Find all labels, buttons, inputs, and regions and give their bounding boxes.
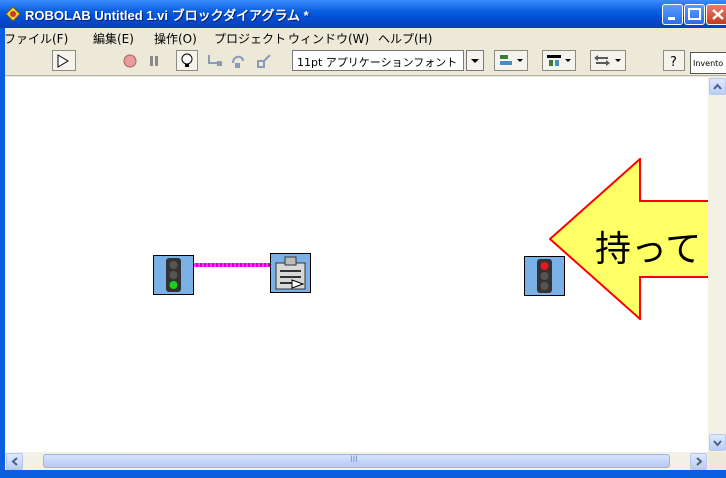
lightbulb-icon: [181, 53, 193, 67]
menu-edit[interactable]: 編集(E): [93, 30, 134, 47]
scroll-right-button[interactable]: [690, 453, 707, 470]
minimize-icon: [668, 17, 675, 20]
chevron-down-icon: [471, 59, 479, 63]
close-icon: [712, 9, 724, 20]
run-arrow-icon: [57, 54, 69, 68]
scroll-up-button[interactable]: [709, 78, 726, 95]
run-button[interactable]: [52, 50, 76, 71]
traffic-light-green-icon: [153, 255, 194, 295]
abort-button[interactable]: [119, 50, 139, 71]
menu-operate[interactable]: 操作(O): [154, 30, 197, 47]
chevron-down-icon: [713, 440, 722, 447]
minimize-button[interactable]: [662, 4, 683, 25]
highlight-execution-button[interactable]: [176, 50, 198, 71]
pause-button[interactable]: [143, 50, 163, 71]
app-icon: [5, 6, 21, 22]
distribute-icon: [547, 55, 571, 66]
context-help-button[interactable]: ?: [663, 50, 685, 71]
chevron-left-icon: [11, 457, 18, 466]
pause-icon: [150, 56, 158, 66]
horizontal-scrollbar[interactable]: III: [5, 452, 708, 470]
scroll-left-button[interactable]: [6, 453, 23, 470]
font-dropdown-button[interactable]: [466, 50, 484, 71]
wait-light-node-green[interactable]: [153, 255, 194, 299]
menu-window[interactable]: ウィンドウ(W): [288, 30, 369, 47]
menu-file[interactable]: ファイル(F): [4, 30, 68, 47]
reorder-icon: [594, 55, 621, 66]
align-icon: [500, 55, 523, 65]
maximize-button[interactable]: [684, 4, 705, 25]
command-block-node[interactable]: [270, 253, 311, 297]
scroll-grip: III: [350, 455, 358, 465]
step-over-icon: [232, 55, 244, 68]
reorder-button[interactable]: [590, 50, 626, 71]
step-over-button[interactable]: [228, 50, 250, 71]
chevron-up-icon: [713, 83, 722, 90]
window-title: ROBOLAB Untitled 1.vi ブロックダイアグラム *: [25, 8, 309, 23]
step-into-button[interactable]: [204, 50, 226, 71]
vertical-scrollbar[interactable]: [708, 77, 726, 452]
callout-text: 持って: [595, 229, 702, 270]
maximize-icon: [688, 8, 701, 20]
chevron-right-icon: [696, 457, 703, 466]
stop-icon: [123, 54, 137, 68]
font-select[interactable]: 11pt アプリケーションフォント: [292, 50, 464, 71]
title-bar[interactable]: ROBOLAB Untitled 1.vi ブロックダイアグラム *: [0, 0, 726, 28]
inventor-field[interactable]: Invento: [690, 52, 726, 74]
window-frame-bottom: [0, 470, 726, 478]
close-button[interactable]: [706, 4, 726, 25]
align-objects-button[interactable]: [494, 50, 528, 71]
command-block-icon: [270, 253, 311, 293]
labview-window: ROBOLAB Untitled 1.vi ブロックダイアグラム * ファイル(…: [0, 0, 726, 478]
toolbar: 11pt アプリケーションフォント ?: [0, 47, 726, 76]
wire[interactable]: [194, 263, 274, 267]
distribute-objects-button[interactable]: [542, 50, 576, 71]
menu-project[interactable]: プロジェクト: [214, 30, 286, 47]
scroll-thumb[interactable]: III: [43, 454, 670, 468]
step-out-icon: [257, 54, 271, 68]
menu-help[interactable]: ヘルプ(H): [378, 30, 432, 47]
step-into-icon: [208, 55, 222, 66]
svg-text:?: ?: [670, 55, 677, 70]
step-out-button[interactable]: [254, 50, 276, 71]
help-icon: ?: [670, 55, 677, 70]
scroll-down-button[interactable]: [709, 434, 726, 451]
menu-bar: ファイル(F) 編集(E) 操作(O) プロジェクト ウィンドウ(W) ヘルプ(…: [0, 28, 726, 47]
